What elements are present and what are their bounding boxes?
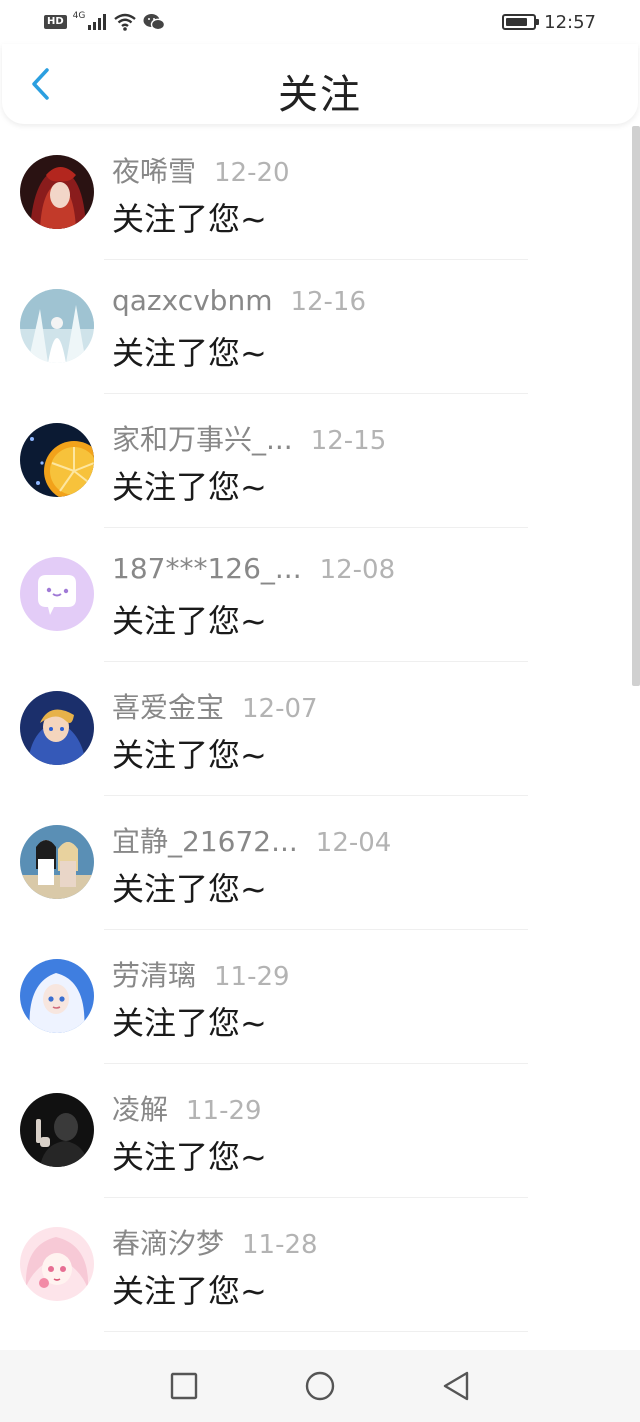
avatar[interactable] [20,155,94,229]
triangle-back-icon [443,1371,469,1401]
name-line: 夜唏雪 12-20 [112,150,290,190]
follow-date: 11-28 [242,1230,318,1260]
recents-button[interactable] [160,1362,208,1410]
user-name[interactable]: 宜静_21672... [112,820,298,860]
avatar[interactable] [20,825,94,899]
status-bar: HD 4G 12:57 [0,0,640,44]
list-item[interactable]: 家和万事兴_... 12-15 关注了您~ [0,394,640,528]
header-bar: 关注 [2,44,638,124]
home-button[interactable] [296,1362,344,1410]
name-line: 劳清璃 11-29 [112,954,290,994]
list-item[interactable]: qazxcvbnm 12-16 关注了您~ [0,260,640,394]
clock: 12:57 [544,11,596,33]
follow-date: 12-15 [310,426,387,456]
list-item[interactable]: 凌解 11-29 关注了您~ [0,1064,640,1198]
follow-message: 关注了您~ [112,200,267,238]
square-icon [170,1372,198,1400]
list-item[interactable]: 187***126_... 12-08 关注了您~ [0,528,640,662]
follow-date: 11-29 [214,962,290,992]
status-left: HD 4G [44,11,166,31]
user-name[interactable]: 夜唏雪 [112,150,196,190]
follow-message: 关注了您~ [112,468,267,506]
follow-message: 关注了您~ [112,870,267,908]
follow-message: 关注了您~ [112,1138,267,1176]
avatar[interactable] [20,423,94,497]
follow-date: 12-20 [214,158,290,188]
user-name[interactable]: 春滴汐梦 [112,1222,224,1262]
follow-message: 关注了您~ [112,1004,267,1042]
name-line: qazxcvbnm 12-16 [112,284,366,317]
user-name[interactable]: 凌解 [112,1088,168,1128]
list-item[interactable]: 夜唏雪 12-20 关注了您~ [0,126,640,260]
system-nav-bar [0,1350,640,1422]
user-name[interactable]: qazxcvbnm [112,284,272,317]
name-line: 喜爱金宝 12-07 [112,686,318,726]
name-line: 春滴汐梦 11-28 [112,1222,318,1262]
follow-message: 关注了您~ [112,736,267,774]
screen: HD 4G 12:57 关注 夜唏雪 12-20 关注了您~ qazxcvbnm… [0,0,640,1422]
nav-back-button[interactable] [432,1362,480,1410]
network-type-label: 4G [72,11,86,21]
follow-date: 12-08 [319,555,396,585]
follow-message: 关注了您~ [112,1272,267,1310]
follow-date: 12-04 [315,828,392,858]
follow-date: 12-07 [242,694,318,724]
name-line: 凌解 11-29 [112,1088,262,1128]
list-item[interactable]: 春滴汐梦 11-28 关注了您~ [0,1198,640,1332]
list-item[interactable]: 劳清璃 11-29 关注了您~ [0,930,640,1064]
avatar[interactable] [20,1093,94,1167]
follow-message: 关注了您~ [112,334,267,372]
follow-date: 12-16 [290,287,367,317]
avatar[interactable] [20,289,94,363]
circle-icon [305,1371,335,1401]
follow-message: 关注了您~ [112,602,267,640]
user-name[interactable]: 187***126_... [112,552,302,585]
status-right: 12:57 [502,12,596,33]
battery-level [506,18,528,26]
user-name[interactable]: 喜爱金宝 [112,686,224,726]
name-line: 家和万事兴_... 12-15 [112,418,386,458]
signal-icon [88,14,107,30]
list-item[interactable]: 喜爱金宝 12-07 关注了您~ [0,662,640,796]
name-line: 187***126_... 12-08 [112,552,395,585]
list-item[interactable]: 宜静_21672... 12-04 关注了您~ [0,796,640,930]
avatar[interactable] [20,1227,94,1301]
follow-list[interactable]: 夜唏雪 12-20 关注了您~ qazxcvbnm 12-16 关注了您~ 家和万事兴_..… [0,126,640,1348]
scrollbar[interactable] [632,126,640,686]
wechat-icon [143,14,166,31]
name-line: 宜静_21672... 12-04 [112,820,391,860]
avatar[interactable] [20,959,94,1033]
page-title: 关注 [278,72,362,118]
user-name[interactable]: 劳清璃 [112,954,196,994]
user-name[interactable]: 家和万事兴_... [112,418,293,458]
wifi-icon [114,13,137,31]
divider [104,1331,528,1332]
avatar[interactable] [20,557,94,631]
follow-date: 11-29 [186,1096,262,1126]
avatar[interactable] [20,691,94,765]
hd-icon: HD [44,15,67,29]
battery-icon [502,14,540,30]
